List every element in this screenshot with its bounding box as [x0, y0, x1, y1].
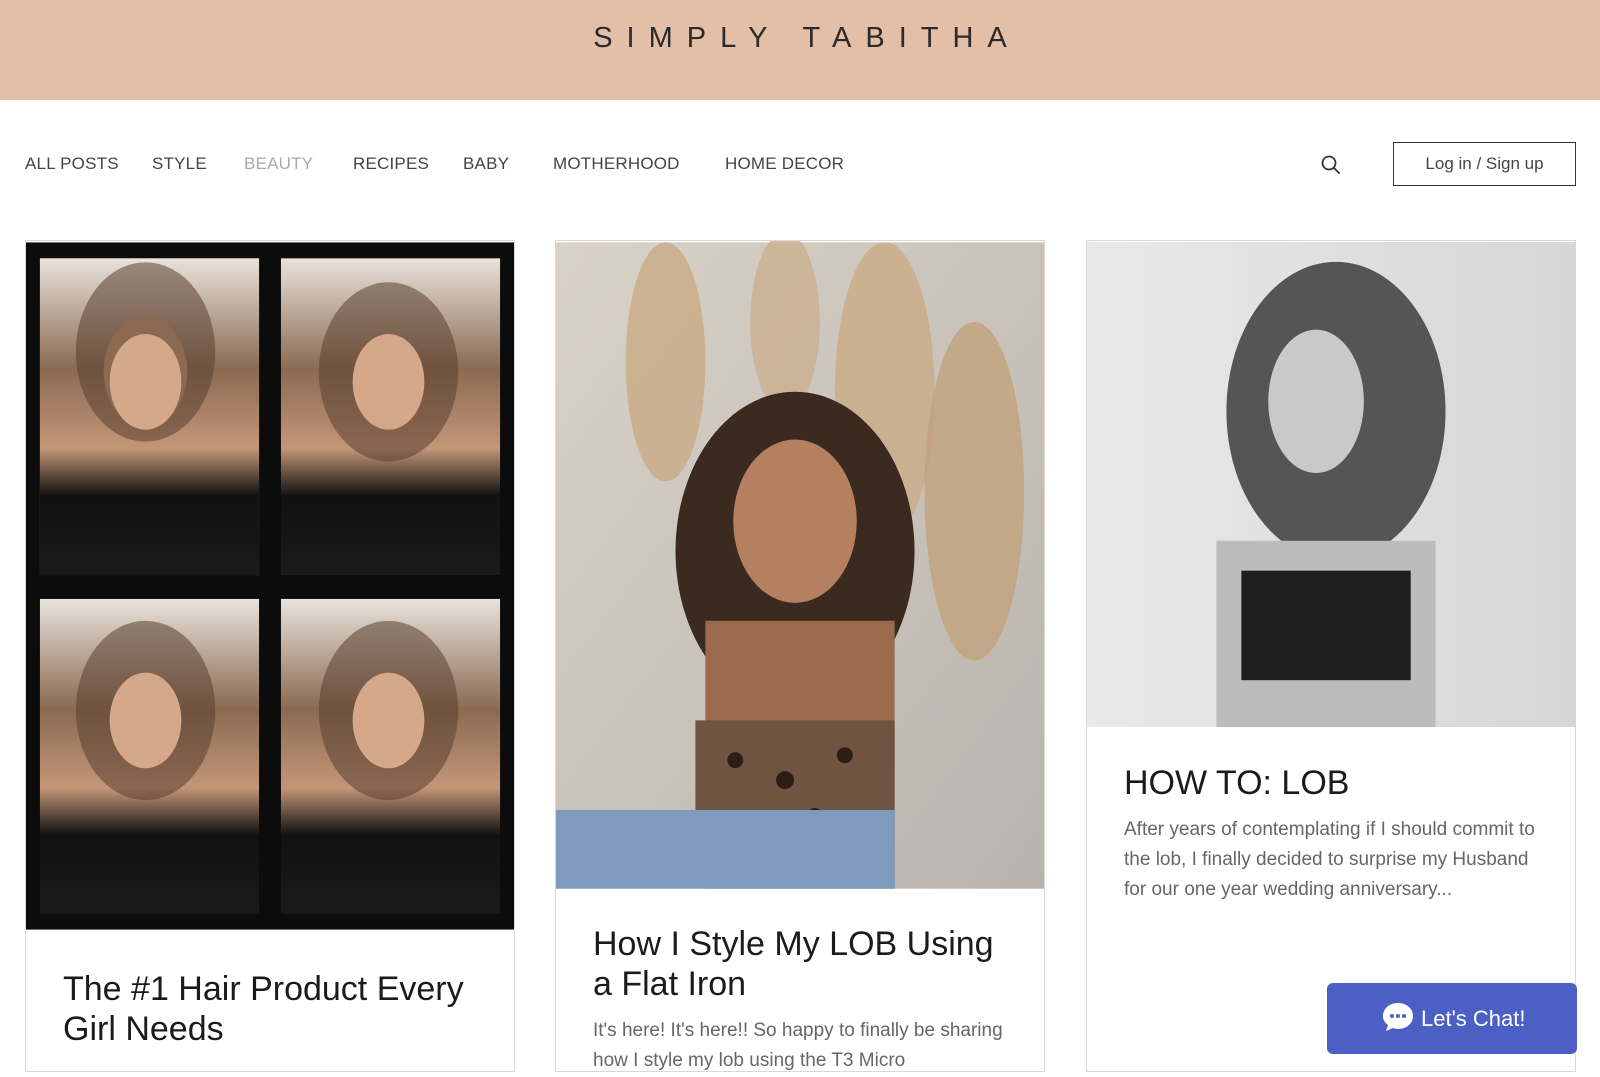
- nav-item-baby[interactable]: BABY: [463, 154, 509, 174]
- nav-item-recipes[interactable]: RECIPES: [353, 154, 429, 174]
- chat-button[interactable]: Let's Chat!: [1327, 983, 1577, 1054]
- post-excerpt: It's here! It's here!! So happy to final…: [593, 1020, 1003, 1071]
- chat-bubble-icon: [1383, 1003, 1413, 1031]
- nav-item-beauty[interactable]: BEAUTY: [244, 154, 313, 174]
- post-image-black-white[interactable]: [1087, 241, 1575, 728]
- nav-item-home-decor[interactable]: HOME DECOR: [725, 154, 844, 174]
- category-nav: ALL POSTS STYLE BEAUTY RECIPES BABY MOTH…: [0, 140, 1600, 190]
- nav-item-style[interactable]: STYLE: [152, 154, 207, 174]
- login-signup-button[interactable]: Log in / Sign up: [1393, 142, 1576, 186]
- post-title[interactable]: HOW TO: LOB: [1124, 763, 1545, 803]
- post-title[interactable]: The #1 Hair Product Every Girl Needs: [63, 969, 484, 1049]
- post-excerpt: After years of contemplating if I should…: [1124, 819, 1535, 900]
- post-card[interactable]: HOW TO: LOB After years of contemplating…: [1086, 240, 1576, 1072]
- nav-item-all-posts[interactable]: ALL POSTS: [25, 154, 119, 174]
- nav-item-motherhood[interactable]: MOTHERHOOD: [553, 154, 680, 174]
- site-header: SIMPLY TABITHA: [0, 0, 1600, 100]
- post-image-photo-grid[interactable]: [26, 241, 514, 931]
- post-image-leopard-top[interactable]: [556, 241, 1044, 890]
- post-title[interactable]: How I Style My LOB Using a Flat Iron: [593, 924, 1014, 1004]
- post-card[interactable]: How I Style My LOB Using a Flat Iron It'…: [555, 240, 1045, 1072]
- chat-label: Let's Chat!: [1421, 1005, 1526, 1031]
- site-title[interactable]: SIMPLY TABITHA: [579, 22, 1021, 55]
- search-icon[interactable]: [1320, 154, 1342, 176]
- post-card[interactable]: The #1 Hair Product Every Girl Needs: [25, 240, 515, 1072]
